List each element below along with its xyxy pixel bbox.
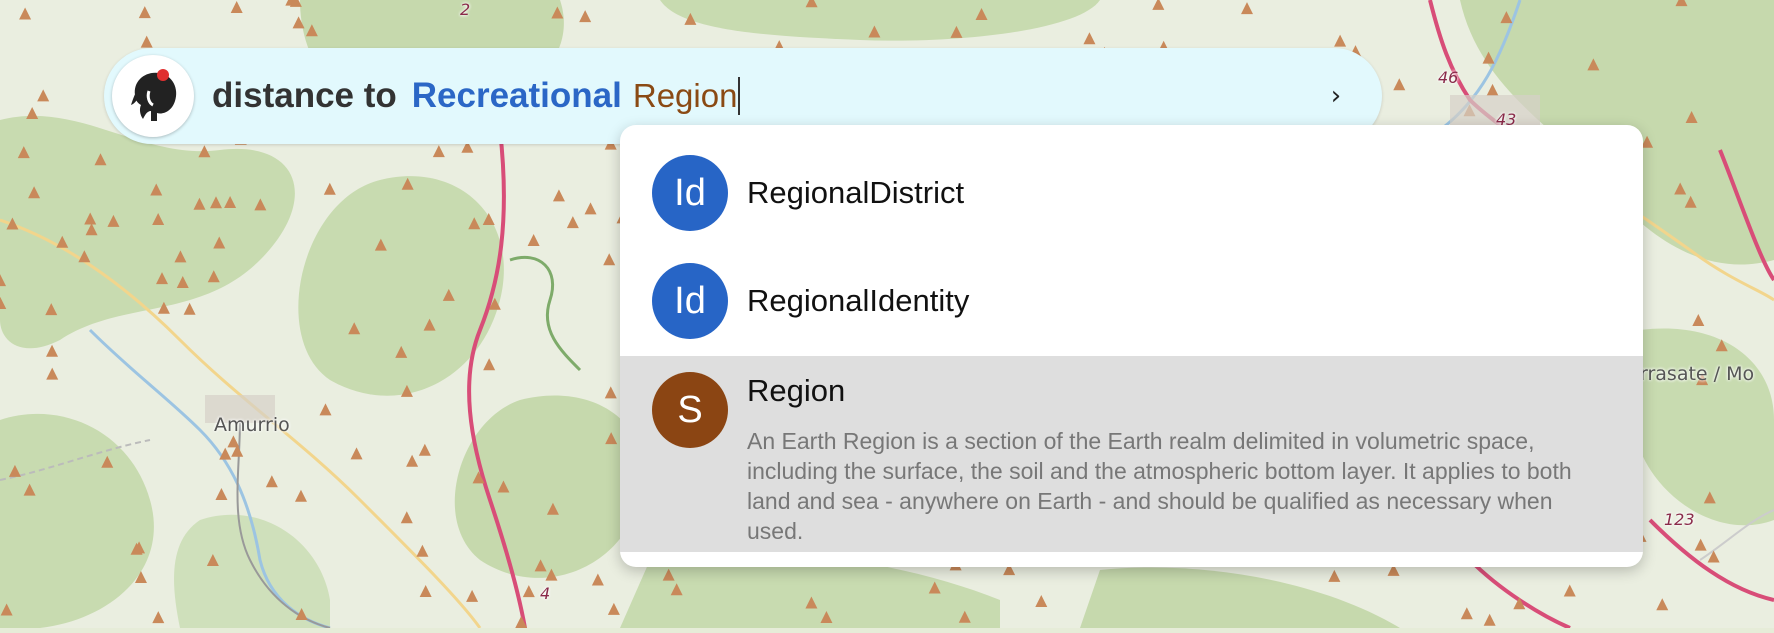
- chevron-right-icon[interactable]: ›: [1318, 78, 1354, 114]
- identifier-badge: Id: [652, 263, 728, 339]
- identifier-badge: Id: [652, 155, 728, 231]
- road-number-label: 4: [540, 584, 551, 603]
- search-input[interactable]: Region: [633, 77, 738, 115]
- suggestion-title: Region: [747, 373, 846, 408]
- road-number-label: 2: [460, 0, 471, 19]
- suggestion-dropdown[interactable]: Id RegionalDistrict Id RegionalIdentity …: [620, 125, 1643, 567]
- query-prefix: distance to: [212, 76, 397, 115]
- text-caret: [738, 77, 741, 115]
- road-number-label: 123: [1664, 510, 1695, 529]
- suggestion-title: RegionalDistrict: [747, 175, 965, 210]
- schema-badge: S: [652, 372, 728, 448]
- suggestion-item[interactable]: Id RegionalDistrict: [620, 125, 1643, 233]
- elephant-logo-icon[interactable]: [112, 55, 194, 137]
- query-keyword-chip[interactable]: Recreational: [412, 76, 622, 116]
- suggestion-item-selected[interactable]: S Region An Earth Region is a section of…: [620, 356, 1643, 552]
- suggestion-title: RegionalIdentity: [747, 283, 970, 318]
- road-number-label: 46: [1438, 68, 1459, 87]
- place-label-amurrio: Amurrio: [214, 414, 290, 436]
- suggestion-description: An Earth Region is a section of the Eart…: [747, 428, 1572, 544]
- suggestion-item[interactable]: Id RegionalIdentity: [620, 233, 1643, 341]
- place-label-arrasate: rrasate / Mo: [1640, 363, 1755, 385]
- elephant-logo-icon: [131, 69, 177, 121]
